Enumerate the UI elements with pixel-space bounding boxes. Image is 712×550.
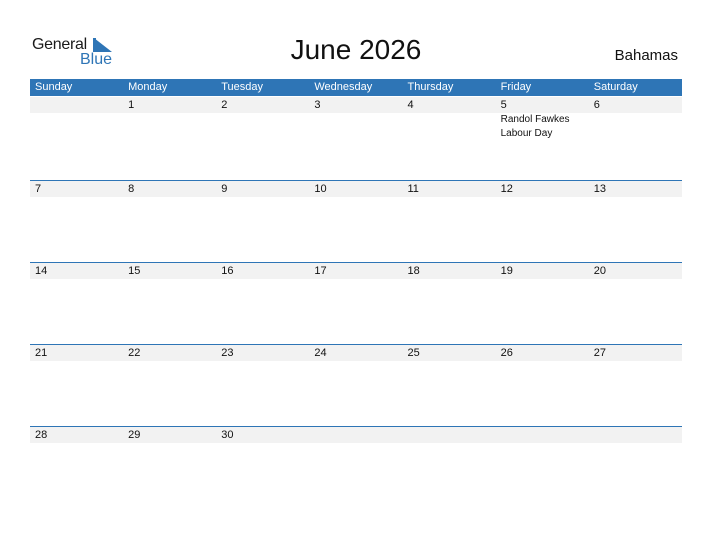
day-number: 24	[314, 347, 327, 359]
day-number: 11	[407, 183, 419, 195]
country-label: Bahamas	[614, 47, 678, 64]
holiday-event: Randol Fawkes Labour Day	[500, 114, 570, 139]
events-row: Randol Fawkes Labour Day	[30, 113, 682, 141]
day-number: 1	[128, 99, 135, 111]
holiday-event	[30, 113, 123, 141]
day-number	[30, 97, 123, 113]
day-number: 18	[407, 265, 420, 277]
day-number: 22	[128, 347, 141, 359]
day-number: 7	[35, 183, 42, 195]
weekday-header: Sunday Monday Tuesday Wednesday Thursday…	[30, 79, 682, 96]
weekday-wednesday: Wednesday	[314, 81, 373, 93]
day-number: 27	[593, 347, 606, 359]
weekday-tuesday: Tuesday	[221, 81, 264, 93]
day-number: 13	[593, 183, 606, 195]
day-number: 26	[500, 347, 513, 359]
day-number	[496, 427, 589, 443]
date-strip: 14 15 16 17 18 19 20	[30, 263, 682, 279]
day-number: 21	[35, 347, 48, 359]
day-number: 9	[221, 183, 228, 195]
day-number	[589, 427, 682, 443]
weekday-thursday: Thursday	[407, 81, 454, 93]
day-number: 3	[314, 99, 321, 111]
day-number: 12	[500, 183, 513, 195]
calendar: Sunday Monday Tuesday Wednesday Thursday…	[30, 79, 682, 508]
day-number: 16	[221, 265, 234, 277]
day-number	[403, 427, 496, 443]
holiday-event	[309, 113, 402, 141]
day-number: 10	[314, 183, 327, 195]
holiday-event	[123, 113, 216, 141]
week-row: 1 2 3 4 5 6 Randol Fawkes Labour Day	[30, 97, 682, 180]
day-number: 5	[500, 99, 507, 111]
holiday-event	[589, 113, 682, 141]
day-number: 19	[500, 265, 513, 277]
day-number: 4	[407, 99, 414, 111]
day-number: 17	[314, 265, 327, 277]
date-strip: 7 8 9 10 11 12 13	[30, 181, 682, 197]
date-strip: 1 2 3 4 5 6	[30, 97, 682, 113]
day-number: 6	[593, 99, 600, 111]
day-number: 28	[35, 429, 48, 441]
holiday-event	[403, 113, 496, 141]
day-number: 14	[35, 265, 48, 277]
holiday-event	[216, 113, 309, 141]
week-row: 7 8 9 10 11 12 13	[30, 180, 682, 262]
weekday-monday: Monday	[128, 81, 168, 93]
day-number	[309, 427, 402, 443]
week-row: 14 15 16 17 18 19 20	[30, 262, 682, 344]
week-row: 28 29 30	[30, 426, 682, 508]
weeks-container: 1 2 3 4 5 6 Randol Fawkes Labour Day 7 8 9 10 11 12 1…	[30, 97, 682, 508]
day-number: 2	[221, 99, 228, 111]
date-strip: 21 22 23 24 25 26 27	[30, 345, 682, 361]
day-number: 30	[221, 429, 234, 441]
weekday-sunday: Sunday	[35, 81, 73, 93]
week-row: 21 22 23 24 25 26 27	[30, 344, 682, 426]
day-number: 29	[128, 429, 141, 441]
day-number: 20	[593, 265, 606, 277]
day-number: 25	[407, 347, 420, 359]
weekday-friday: Friday	[500, 81, 532, 93]
day-number: 23	[221, 347, 234, 359]
page-title: June 2026	[290, 34, 422, 65]
date-strip: 28 29 30	[30, 427, 682, 443]
day-number: 8	[128, 183, 135, 195]
weekday-saturday: Saturday	[593, 81, 638, 93]
day-number: 15	[128, 265, 141, 277]
